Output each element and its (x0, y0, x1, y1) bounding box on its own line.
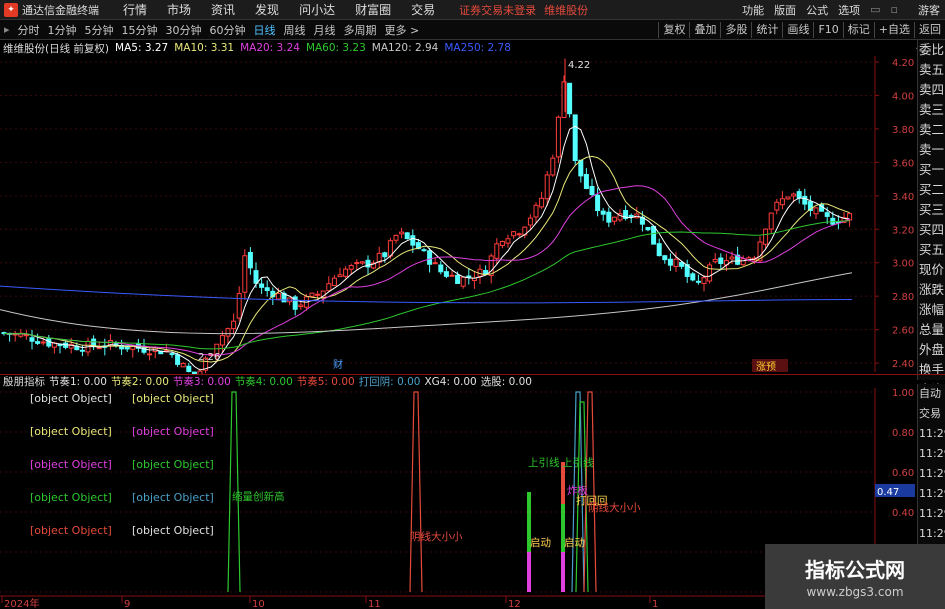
signal-bar (527, 552, 531, 592)
quote-label: 买二 (918, 182, 944, 197)
trade-time: 11:29 (919, 427, 945, 440)
price-chart[interactable]: 4.20 4.00 3.80 3.60 3.40 3.20 3.00 2.80 2.60 2.40… (0, 0, 917, 375)
indicator-legend: [object Object] [object Object] [object Ob… (30, 392, 214, 537)
quote-label: 现价 (918, 262, 944, 277)
watermark-title: 指标公式网 (805, 558, 905, 582)
signal-spike (409, 391, 423, 593)
time-tick: 2024年 (4, 597, 39, 609)
signal-label-shangyin1: 上引线 (528, 456, 560, 469)
quote-label: 卖二 (918, 122, 944, 137)
quote-label: 买一 (918, 162, 944, 177)
current-value: 0.47 (877, 487, 899, 498)
price-tick: 2.60 (892, 326, 914, 337)
price-tick: 4.20 (892, 58, 914, 69)
signal-label-qidong2: 启动 (564, 536, 585, 549)
quote-label: 涨跌 (918, 282, 944, 297)
high-price-label: 4.22 (568, 60, 590, 71)
price-tick: 2.80 (892, 292, 914, 303)
quote-label: 买四 (918, 222, 944, 237)
quote-label: 涨幅 (918, 302, 944, 317)
signal-label-shangyin2: 上引线 (562, 456, 594, 469)
trade-time: 11:29 (919, 487, 945, 500)
quote-side-panel: 委比卖五卖四卖三卖二卖一买一买二买三买四买五现价涨跌涨幅总量外盘换手净资收益 (917, 40, 945, 417)
legend-item: [object Object] (30, 458, 112, 471)
auto-trade-label[interactable]: 交易 (918, 404, 945, 424)
indicator-signals: 缩量创新高阴线大小小上引线 上引线炸板打回回阴线大小小启动 启动 (227, 391, 641, 593)
legend-item: [object Object] (132, 491, 214, 504)
price-tick: 3.80 (892, 125, 914, 136)
low-price-label: 2.26 (198, 352, 220, 363)
trade-time: 11:29 (919, 467, 945, 480)
guest-label[interactable]: 游客 (913, 2, 945, 18)
trade-time: 11:29 (919, 447, 945, 460)
time-tick: 12 (508, 599, 521, 609)
time-axis: 2024年 9 10 11 12 1 (1, 596, 658, 609)
ma120-line (0, 272, 853, 335)
indicator-tick: 1.00 (892, 388, 914, 399)
time-tick: 1 (652, 599, 658, 609)
time-tick: 10 (252, 599, 265, 609)
signal-bar (561, 552, 565, 592)
price-grid (0, 61, 875, 364)
quote-label: 总量 (918, 322, 944, 337)
signal-label-yinxian1: 阴线大小小 (410, 530, 463, 543)
price-tick: 3.20 (892, 225, 914, 236)
price-tick: 3.40 (892, 192, 914, 203)
legend-item: [object Object] (132, 425, 214, 438)
legend-item: [object Object] (30, 524, 112, 537)
watermark-url: www.zbgs3.com (806, 585, 904, 599)
trade-time: 11:29 (919, 527, 945, 540)
candlesticks (1, 58, 853, 375)
indicator-tick: 0.40 (892, 508, 914, 519)
legend-item: [object Object] (30, 425, 112, 438)
indicator-tick: 0.60 (892, 468, 914, 479)
fanhui-button[interactable]: 返回 (914, 21, 945, 38)
quote-label: 买三 (918, 202, 944, 217)
price-tick: 3.00 (892, 259, 914, 270)
legend-item: [object Object] (132, 524, 214, 537)
signal-label-suoliang: 缩量创新高 (232, 490, 285, 503)
indicator-tick: 0.80 (892, 428, 914, 439)
time-tick: 9 (124, 599, 130, 609)
quote-label: 卖一 (918, 142, 944, 157)
price-tick: 2.40 (892, 359, 914, 370)
zhangting-badge[interactable]: 涨预 (756, 361, 776, 373)
auto-trade-label[interactable]: 自动 (918, 384, 945, 404)
quote-label: 委比 (918, 42, 944, 57)
quote-label: 卖三 (918, 102, 944, 117)
price-tick: 3.60 (892, 158, 914, 169)
price-axis: 4.20 4.00 3.80 3.60 3.40 3.20 3.00 2.80 2.60 2.40 (875, 58, 914, 370)
signal-label-yinxian2: 阴线大小小 (588, 501, 641, 514)
signal-label-qidong1: 启动 (530, 536, 551, 549)
trade-time: 11:29 (919, 507, 945, 520)
time-tick: 11 (368, 599, 381, 609)
price-tick: 4.00 (892, 91, 914, 102)
legend-item: [object Object] (132, 392, 214, 405)
quote-label: 卖五 (918, 62, 944, 77)
watermark: 指标公式网 www.zbgs3.com (765, 544, 945, 609)
legend-item: [object Object] (132, 458, 214, 471)
cai-marker[interactable]: 财 (333, 358, 343, 371)
legend-item: [object Object] (30, 491, 112, 504)
legend-item: [object Object] (30, 392, 112, 405)
quote-label: 卖四 (918, 82, 944, 97)
quote-label: 买五 (918, 242, 944, 257)
ma250-line (0, 285, 853, 304)
quote-label: 外盘 (918, 342, 944, 357)
